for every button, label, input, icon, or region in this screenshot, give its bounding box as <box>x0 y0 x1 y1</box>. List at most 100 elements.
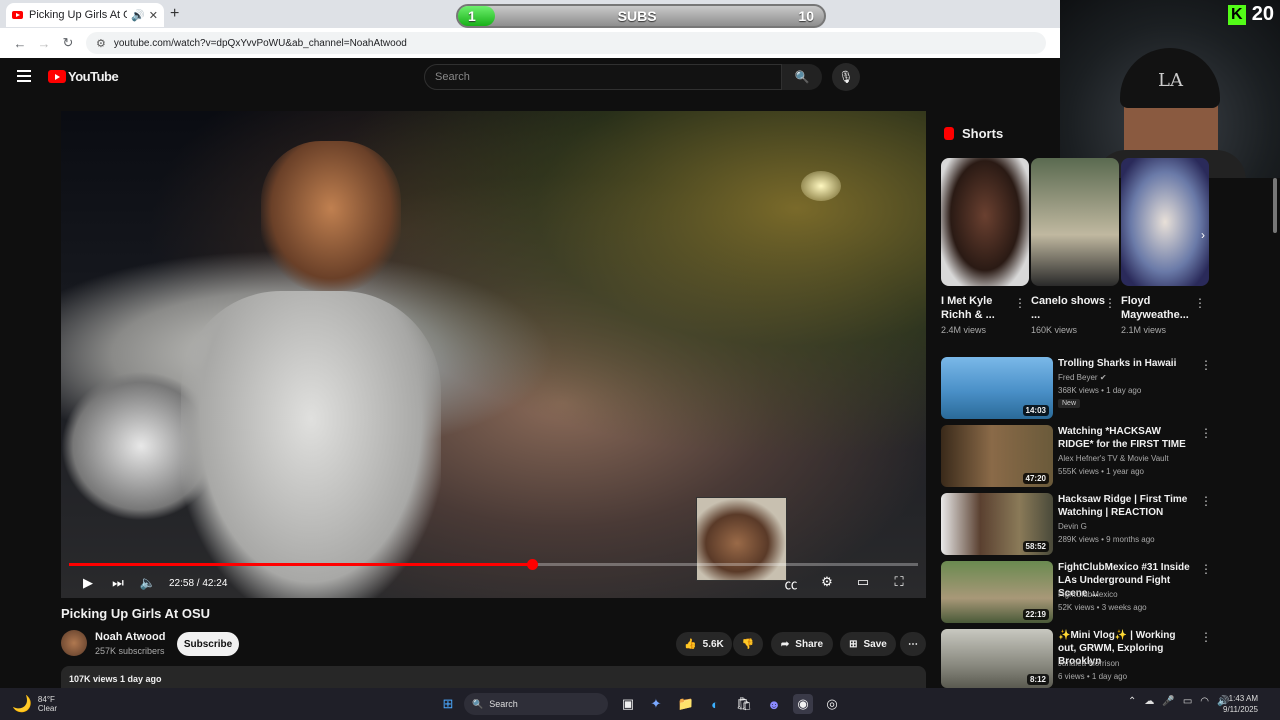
video-channel[interactable]: Janaiea Morrison <box>1058 659 1119 668</box>
video-channel[interactable]: Fred Beyer ✔ <box>1058 373 1107 382</box>
video-duration: 8:12 <box>1026 674 1049 685</box>
settings-icon[interactable]: ⚙ <box>812 574 842 593</box>
reload-icon[interactable]: ↻ <box>56 35 80 51</box>
video-channel[interactable]: Devin G <box>1058 522 1087 531</box>
next-icon[interactable]: ⏭ <box>103 575 133 591</box>
video-player[interactable]: ▶ ⏭ 🔈 22:58 / 42:24 ㏄ ⚙ ▭ ⛶ <box>61 111 926 598</box>
taskbar-clock[interactable]: 1:43 AM 9/11/2025 <box>1223 693 1258 715</box>
volume-icon[interactable]: 🔈 <box>133 575 163 591</box>
weather-widget[interactable]: 🌙 84°F Clear <box>12 694 57 714</box>
more-vert-icon[interactable]: ⋮ <box>1200 494 1212 508</box>
more-vert-icon[interactable]: ⋮ <box>1104 296 1116 310</box>
clock-date: 9/11/2025 <box>1223 705 1258 714</box>
hamburger-menu-icon[interactable] <box>17 70 31 85</box>
more-vert-icon[interactable]: ⋮ <box>1194 296 1206 310</box>
player-controls: ▶ ⏭ 🔈 22:58 / 42:24 ㏄ ⚙ ▭ ⛶ <box>61 569 926 597</box>
video-channel[interactable]: Alex Hefner's TV & Movie Vault <box>1058 454 1169 463</box>
page-scrollbar[interactable] <box>1272 178 1278 678</box>
video-thumbnail[interactable]: 14:03 <box>941 357 1053 419</box>
short-thumbnail[interactable]: › <box>1121 158 1209 286</box>
new-tab-button[interactable]: + <box>170 5 179 23</box>
progress-bar[interactable] <box>69 559 918 570</box>
share-label: Share <box>795 638 824 650</box>
mic-tray-icon[interactable]: 🎤 <box>1162 696 1174 707</box>
more-vert-icon[interactable]: ⋮ <box>1200 562 1212 576</box>
video-duration: 58:52 <box>1022 541 1049 552</box>
more-vert-icon[interactable]: ⋮ <box>1200 358 1212 372</box>
search-button[interactable]: 🔍 <box>782 64 822 90</box>
site-info-icon[interactable]: ⚙ <box>96 37 106 50</box>
video-thumbnail[interactable]: 8:12 <box>941 629 1053 688</box>
subs-goal-overlay: 1 SUBS 10 <box>456 4 826 28</box>
video-meta: 6 views • 1 day ago <box>1058 672 1128 681</box>
network-icon[interactable]: ☁ <box>1144 696 1154 707</box>
more-vert-icon[interactable]: ⋮ <box>1200 426 1212 440</box>
browser-tab[interactable]: Picking Up Girls At OSU - Y 🔊 ✕ <box>6 3 164 27</box>
youtube-favicon-icon <box>12 11 23 19</box>
windows-taskbar: 🌙 84°F Clear ⊞ 🔍 Search ▣ ✦ 📁 ◐ 🛍 ☻ ◉ ◎ … <box>0 688 1280 720</box>
theater-icon[interactable]: ▭ <box>848 574 878 593</box>
video-thumbnail[interactable]: 47:20 <box>941 425 1053 487</box>
video-title[interactable]: Trolling Sharks in Hawaii <box>1058 357 1194 370</box>
save-button[interactable]: ⊞ Save <box>840 632 896 656</box>
discord-icon[interactable]: ☻ <box>764 694 784 714</box>
dislike-button[interactable]: 👎 <box>733 632 763 656</box>
shorts-icon <box>944 127 954 140</box>
wifi-icon[interactable]: ◠ <box>1200 696 1209 707</box>
video-channel[interactable]: FightClubMexico <box>1058 590 1118 599</box>
file-explorer-icon[interactable]: 📁 <box>676 694 696 714</box>
voice-search-button[interactable]: 🎙 <box>832 63 860 91</box>
new-badge: New <box>1058 399 1081 408</box>
channel-name[interactable]: Noah Atwood <box>95 631 165 643</box>
address-bar[interactable]: ⚙ youtube.com/watch?v=dpQxYvvPoWU&ab_cha… <box>86 32 1046 54</box>
more-vert-icon[interactable]: ⋮ <box>1200 630 1212 644</box>
short-views: 2.1M views <box>1121 325 1167 335</box>
more-actions-button[interactable]: ⋯ <box>900 632 926 656</box>
shorts-next-chevron-icon[interactable]: › <box>1201 228 1205 242</box>
fullscreen-icon[interactable]: ⛶ <box>884 574 914 593</box>
description-box[interactable]: 107K views 1 day ago <box>61 666 926 688</box>
short-title[interactable]: Floyd Mayweathe... <box>1121 294 1195 322</box>
back-icon[interactable]: ← <box>8 36 32 51</box>
streamer-cap: LA <box>1120 48 1220 108</box>
captions-icon[interactable]: ㏄ <box>776 574 806 593</box>
chevron-up-icon[interactable]: ⌃ <box>1128 696 1136 707</box>
edge-icon[interactable]: ◐ <box>705 694 725 714</box>
copilot-icon[interactable]: ✦ <box>646 694 666 714</box>
more-vert-icon[interactable]: ⋮ <box>1014 296 1026 310</box>
windows-start-icon[interactable]: ⊞ <box>438 694 458 714</box>
taskbar-search[interactable]: 🔍 Search <box>464 693 608 715</box>
video-title[interactable]: Watching *HACKSAW RIDGE* for the FIRST T… <box>1058 425 1194 451</box>
forward-icon[interactable]: → <box>32 36 56 51</box>
kick-logo-icon: K <box>1227 4 1246 25</box>
channel-avatar[interactable] <box>61 630 87 656</box>
youtube-logo[interactable]: YouTube <box>48 69 119 84</box>
scrollbar-thumb[interactable] <box>1273 178 1277 233</box>
taskbar-search-label: Search <box>489 699 518 709</box>
subs-label: SUBS <box>617 8 657 24</box>
short-thumbnail[interactable] <box>941 158 1029 286</box>
verified-icon: ✔ <box>1099 373 1107 382</box>
tab-audio-icon[interactable]: 🔊 <box>131 9 145 22</box>
video-title[interactable]: Hacksaw Ridge | First Time Watching | RE… <box>1058 493 1194 519</box>
search-input[interactable]: Search <box>424 64 782 90</box>
video-duration: 14:03 <box>1022 405 1049 416</box>
search-icon: 🔍 <box>794 70 810 84</box>
display-icon[interactable]: ▭ <box>1183 696 1192 707</box>
short-title[interactable]: I Met Kyle Richh & ... <box>941 294 1015 322</box>
app-icon[interactable]: ◎ <box>822 694 842 714</box>
store-icon[interactable]: 🛍 <box>734 694 754 714</box>
share-button[interactable]: ➦ Share <box>771 632 833 656</box>
short-thumbnail[interactable] <box>1031 158 1119 286</box>
chrome-icon[interactable]: ◉ <box>793 694 813 714</box>
subscribe-button[interactable]: Subscribe <box>177 632 239 656</box>
play-icon[interactable]: ▶ <box>73 575 103 591</box>
task-view-icon[interactable]: ▣ <box>618 694 638 714</box>
video-thumbnail[interactable]: 22:19 <box>941 561 1053 623</box>
tab-close-icon[interactable]: ✕ <box>149 9 158 22</box>
short-title[interactable]: Canelo shows ... <box>1031 294 1105 322</box>
like-button[interactable]: 👍 5.6K <box>676 632 732 656</box>
system-tray[interactable]: ⌃ ☁ 🎤 ▭ ◠ 🔊 <box>1128 696 1229 707</box>
video-thumbnail[interactable]: 58:52 <box>941 493 1053 555</box>
microphone-icon: 🎙 <box>838 70 854 84</box>
